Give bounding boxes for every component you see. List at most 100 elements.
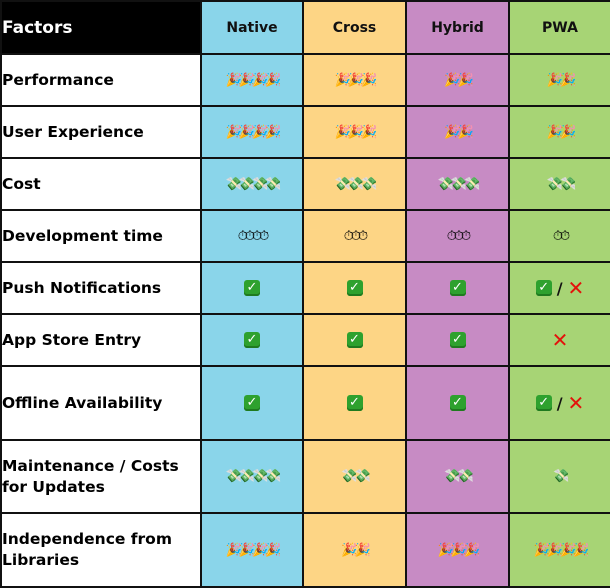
native-cell: 🎉🎉🎉🎉	[200, 53, 304, 107]
table-row: Independence from Libraries 🎉🎉🎉🎉 🎉🎉 🎉🎉🎉 🎉🎉🎉🎉	[0, 512, 610, 588]
money-with-wings-icon: 💸💸💸💸	[225, 176, 282, 192]
money-with-wings-icon: 💸💸	[341, 469, 370, 484]
stopwatch-icon: ⏱⏱⏱	[343, 228, 368, 244]
pwa-cell: 💸	[508, 439, 610, 514]
party-popper-icon: 🎉🎉🎉🎉	[225, 124, 282, 140]
table-row: Cost 💸💸💸💸 💸💸💸 💸💸💸 💸💸	[0, 157, 610, 211]
factor-label: Performance	[0, 53, 202, 107]
check-mark-icon: ✓	[449, 280, 466, 296]
party-popper-icon: 🎉🎉🎉	[437, 542, 481, 558]
check-mark-icon: ✓	[244, 280, 260, 296]
native-cell: ✓	[200, 365, 304, 441]
cross-cell: 🎉🎉🎉	[302, 105, 407, 159]
native-header: Native	[200, 0, 304, 55]
cross-mark-icon: ✕	[551, 328, 569, 352]
pwa-cell: ✓ / ✕	[508, 365, 610, 441]
cross-cell: 🎉🎉	[302, 512, 407, 588]
money-with-wings-icon: 💸💸💸	[334, 176, 378, 192]
cross-cell: 💸💸	[302, 439, 407, 514]
native-cell: 🎉🎉🎉🎉	[200, 512, 304, 588]
separator: /	[556, 278, 563, 298]
money-with-wings-icon: 💸💸💸	[437, 176, 481, 192]
native-cell: ✓	[200, 261, 304, 315]
table-row: Development time ⏱⏱⏱⏱ ⏱⏱⏱ ⏱⏱⏱ ⏱⏱	[0, 209, 610, 263]
partial-support: ✓ / ✕	[535, 391, 585, 415]
check-mark-icon: ✓	[449, 332, 466, 348]
check-mark-icon: ✓	[244, 332, 260, 348]
factor-label: App Store Entry	[0, 313, 202, 367]
cross-cell: ⏱⏱⏱	[302, 209, 407, 263]
cross-cell: ✓	[302, 365, 407, 441]
factor-label: Cost	[0, 157, 202, 211]
factor-label: Independence from Libraries	[0, 512, 202, 588]
cross-mark-icon: ✕	[567, 276, 585, 300]
money-with-wings-icon: 💸💸	[444, 469, 473, 484]
native-cell: 🎉🎉🎉🎉	[200, 105, 304, 159]
money-with-wings-icon: 💸	[553, 469, 569, 484]
table-row: User Experience 🎉🎉🎉🎉 🎉🎉🎉 🎉🎉 🎉🎉	[0, 105, 610, 159]
pwa-cell: 🎉🎉	[508, 53, 610, 107]
stopwatch-icon: ⏱⏱⏱⏱	[237, 228, 270, 244]
cross-cell: ✓	[302, 313, 407, 367]
comparison-table: Factors Native Cross Hybrid PWA Performa…	[0, 0, 610, 588]
party-popper-icon: 🎉🎉	[444, 72, 473, 88]
header-row: Factors Native Cross Hybrid PWA	[0, 0, 610, 55]
factor-label: Push Notifications	[0, 261, 202, 315]
check-mark-icon: ✓	[346, 332, 363, 348]
factor-label: Development time	[0, 209, 202, 263]
cross-cell: 💸💸💸	[302, 157, 407, 211]
party-popper-icon: 🎉🎉	[546, 72, 576, 88]
party-popper-icon: 🎉🎉🎉🎉	[225, 72, 282, 88]
native-cell: 💸💸💸💸	[200, 439, 304, 514]
hybrid-header: Hybrid	[405, 0, 510, 55]
money-with-wings-icon: 💸💸💸💸	[225, 469, 282, 484]
check-mark-icon: ✓	[535, 280, 552, 296]
check-mark-icon: ✓	[449, 395, 466, 411]
stopwatch-icon: ⏱⏱⏱	[446, 228, 471, 244]
separator: /	[556, 393, 563, 413]
pwa-cell: 🎉🎉	[508, 105, 610, 159]
table-row: App Store Entry ✓ ✓ ✓ ✕	[0, 313, 610, 367]
pwa-header: PWA	[508, 0, 610, 55]
pwa-cell: ✕	[508, 313, 610, 367]
cross-cell: ✓	[302, 261, 407, 315]
party-popper-icon: 🎉🎉🎉	[334, 72, 378, 88]
pwa-cell: 🎉🎉🎉🎉	[508, 512, 610, 588]
pwa-cell: ⏱⏱	[508, 209, 610, 263]
partial-support: ✓ / ✕	[535, 276, 585, 300]
check-mark-icon: ✓	[244, 395, 260, 411]
party-popper-icon: 🎉🎉	[444, 124, 473, 140]
stopwatch-icon: ⏱⏱	[552, 228, 570, 244]
factor-label: User Experience	[0, 105, 202, 159]
hybrid-cell: 🎉🎉	[405, 105, 510, 159]
party-popper-icon: 🎉🎉	[341, 542, 370, 558]
hybrid-cell: 🎉🎉	[405, 53, 510, 107]
hybrid-cell: 💸💸	[405, 439, 510, 514]
party-popper-icon: 🎉🎉🎉🎉	[225, 542, 282, 558]
native-cell: 💸💸💸💸	[200, 157, 304, 211]
table-row: Performance 🎉🎉🎉🎉 🎉🎉🎉 🎉🎉 🎉🎉	[0, 53, 610, 107]
table-row: Push Notifications ✓ ✓ ✓ ✓ / ✕	[0, 261, 610, 315]
hybrid-cell: 🎉🎉🎉	[405, 512, 510, 588]
cross-mark-icon: ✕	[567, 391, 585, 415]
native-cell: ⏱⏱⏱⏱	[200, 209, 304, 263]
pwa-cell: 💸💸	[508, 157, 610, 211]
hybrid-cell: ✓	[405, 261, 510, 315]
hybrid-cell: 💸💸💸	[405, 157, 510, 211]
native-cell: ✓	[200, 313, 304, 367]
check-mark-icon: ✓	[346, 395, 363, 411]
factor-label: Offline Availability	[0, 365, 202, 441]
party-popper-icon: 🎉🎉	[546, 124, 576, 140]
party-popper-icon: 🎉🎉🎉	[334, 124, 378, 140]
table-row: Offline Availability ✓ ✓ ✓ ✓ / ✕	[0, 365, 610, 441]
factor-label: Maintenance / Costs for Updates	[0, 439, 202, 514]
check-mark-icon: ✓	[535, 395, 552, 411]
cross-header: Cross	[302, 0, 407, 55]
table-row: Maintenance / Costs for Updates 💸💸💸💸 💸💸 💸💸 💸	[0, 439, 610, 514]
hybrid-cell: ✓	[405, 313, 510, 367]
party-popper-icon: 🎉🎉🎉🎉	[533, 542, 590, 558]
hybrid-cell: ⏱⏱⏱	[405, 209, 510, 263]
check-mark-icon: ✓	[346, 280, 363, 296]
factors-header: Factors	[0, 0, 202, 55]
cross-cell: 🎉🎉🎉	[302, 53, 407, 107]
